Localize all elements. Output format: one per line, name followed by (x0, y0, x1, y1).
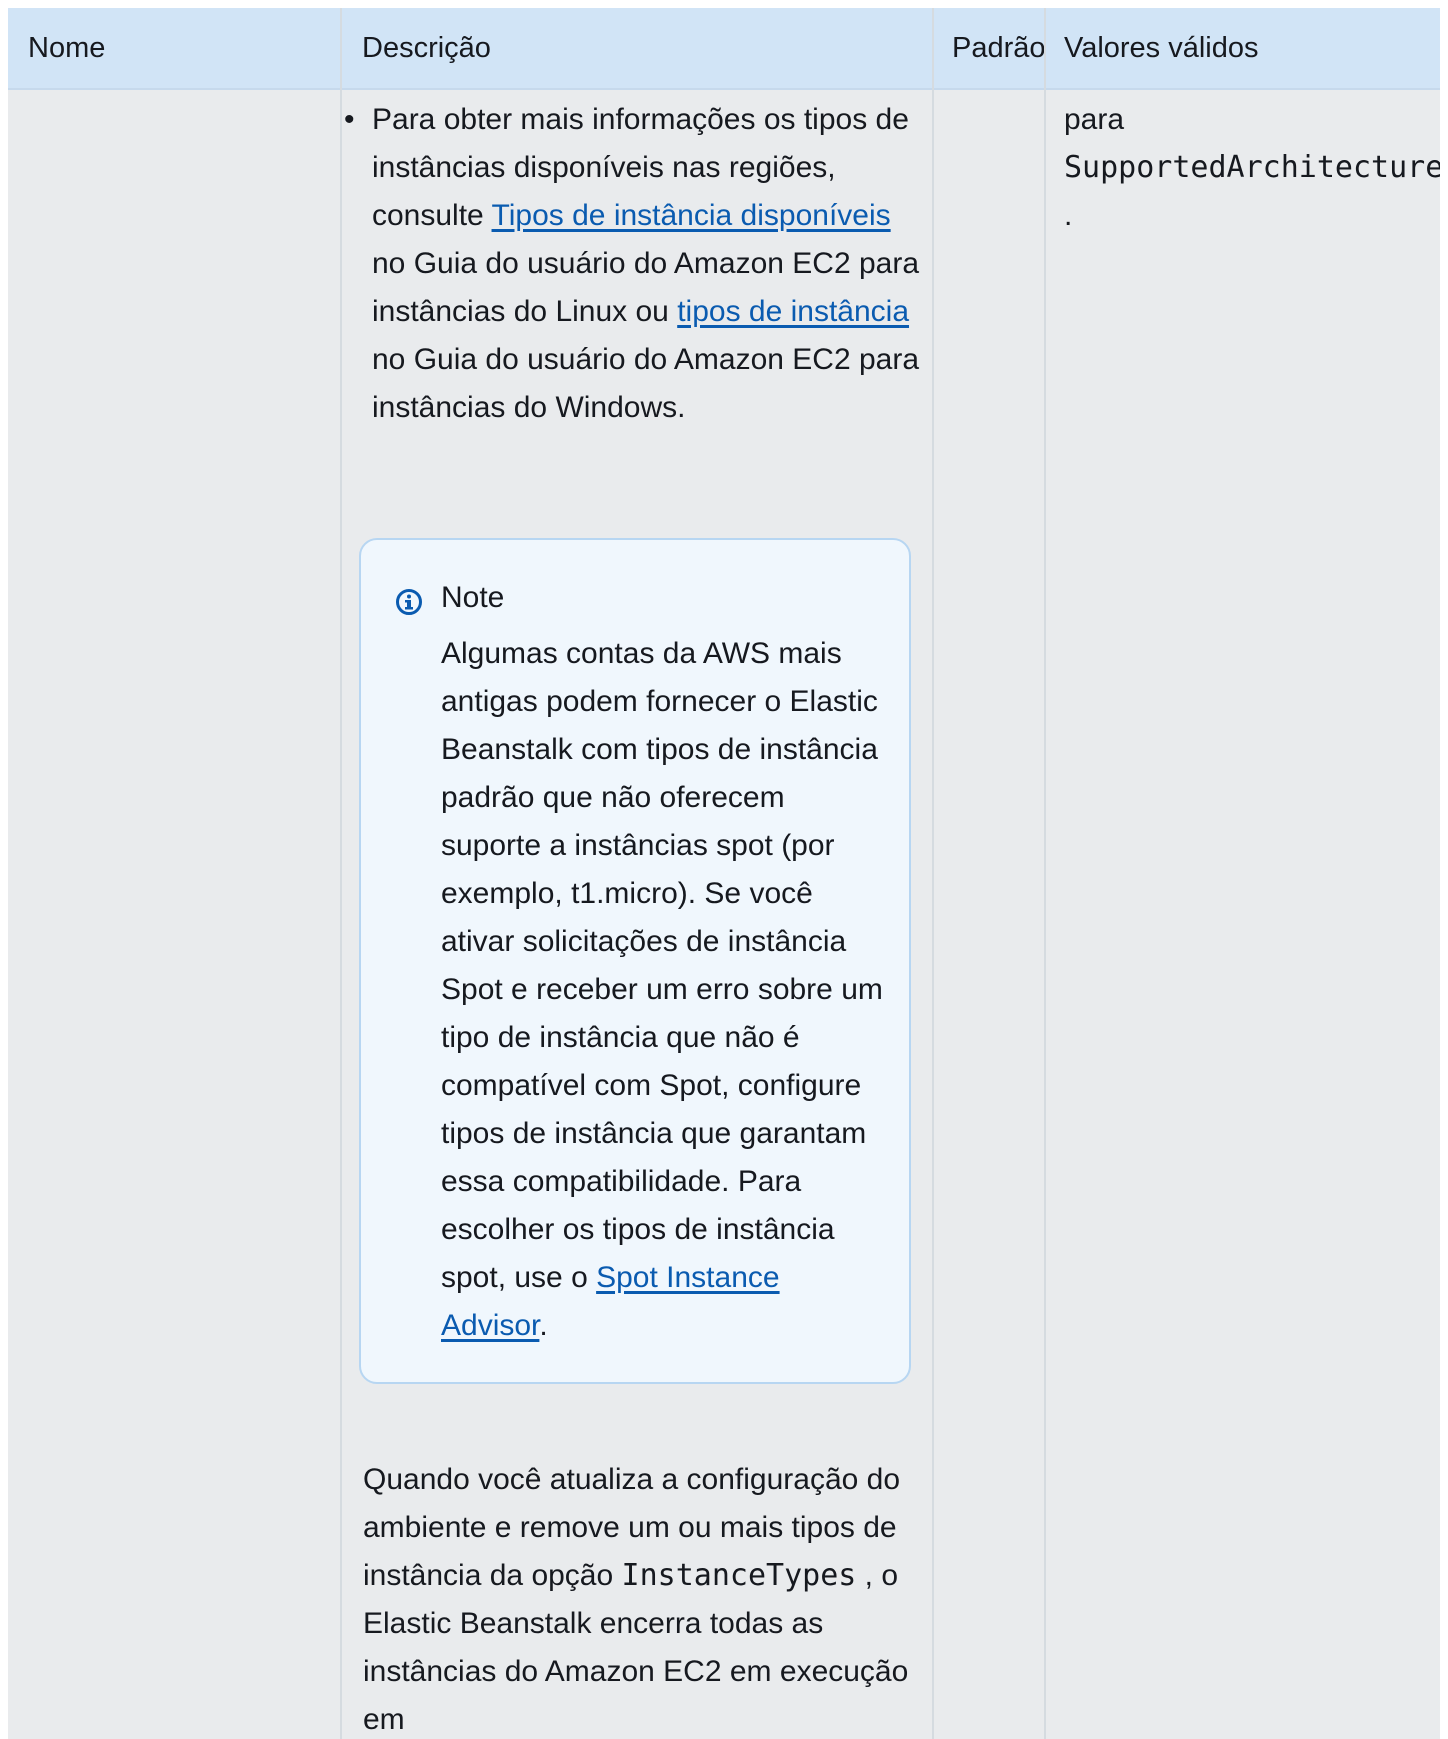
code-supported-architectures: SupportedArchitectures (1064, 150, 1440, 185)
header-name: Nome (28, 32, 106, 64)
valid-values-suffix: . (1064, 199, 1073, 232)
header-default: Padrão (952, 32, 1046, 64)
column-divider (1044, 8, 1046, 1739)
note-callout: Note Algumas contas da AWS mais antigas … (359, 538, 911, 1384)
code-instance-types: InstanceTypes (621, 1558, 857, 1593)
valid-values-text: para SupportedArchitectures . (1064, 96, 1440, 240)
link-instance-types-windows[interactable]: tipos de instância (677, 295, 909, 328)
header-description: Descrição (362, 32, 491, 64)
note-body: Algumas contas da AWS mais antigas podem… (441, 630, 891, 1350)
note-text: Algumas contas da AWS mais antigas podem… (441, 637, 883, 1294)
header-valid-values: Valores válidos (1064, 32, 1259, 64)
bullet-text: no Guia do usuário do Amazon EC2 para in… (372, 343, 920, 424)
info-icon (396, 589, 422, 615)
options-table: Nome Descrição Padrão Valores válidos • … (8, 8, 1440, 1739)
description-bullet-item: • Para obter mais informações os tipos d… (344, 96, 932, 432)
bullet-point: • (344, 103, 355, 136)
table-header-row: Nome Descrição Padrão Valores válidos (8, 8, 1440, 90)
note-title: Note (441, 581, 505, 614)
valid-values-prefix: para (1064, 103, 1125, 136)
column-divider (932, 8, 934, 1739)
link-available-instance-types[interactable]: Tipos de instância disponíveis (492, 199, 891, 232)
description-paragraph: Quando você atualiza a configuração do a… (363, 1456, 923, 1739)
note-text: . (539, 1309, 548, 1342)
column-divider (340, 8, 342, 1739)
